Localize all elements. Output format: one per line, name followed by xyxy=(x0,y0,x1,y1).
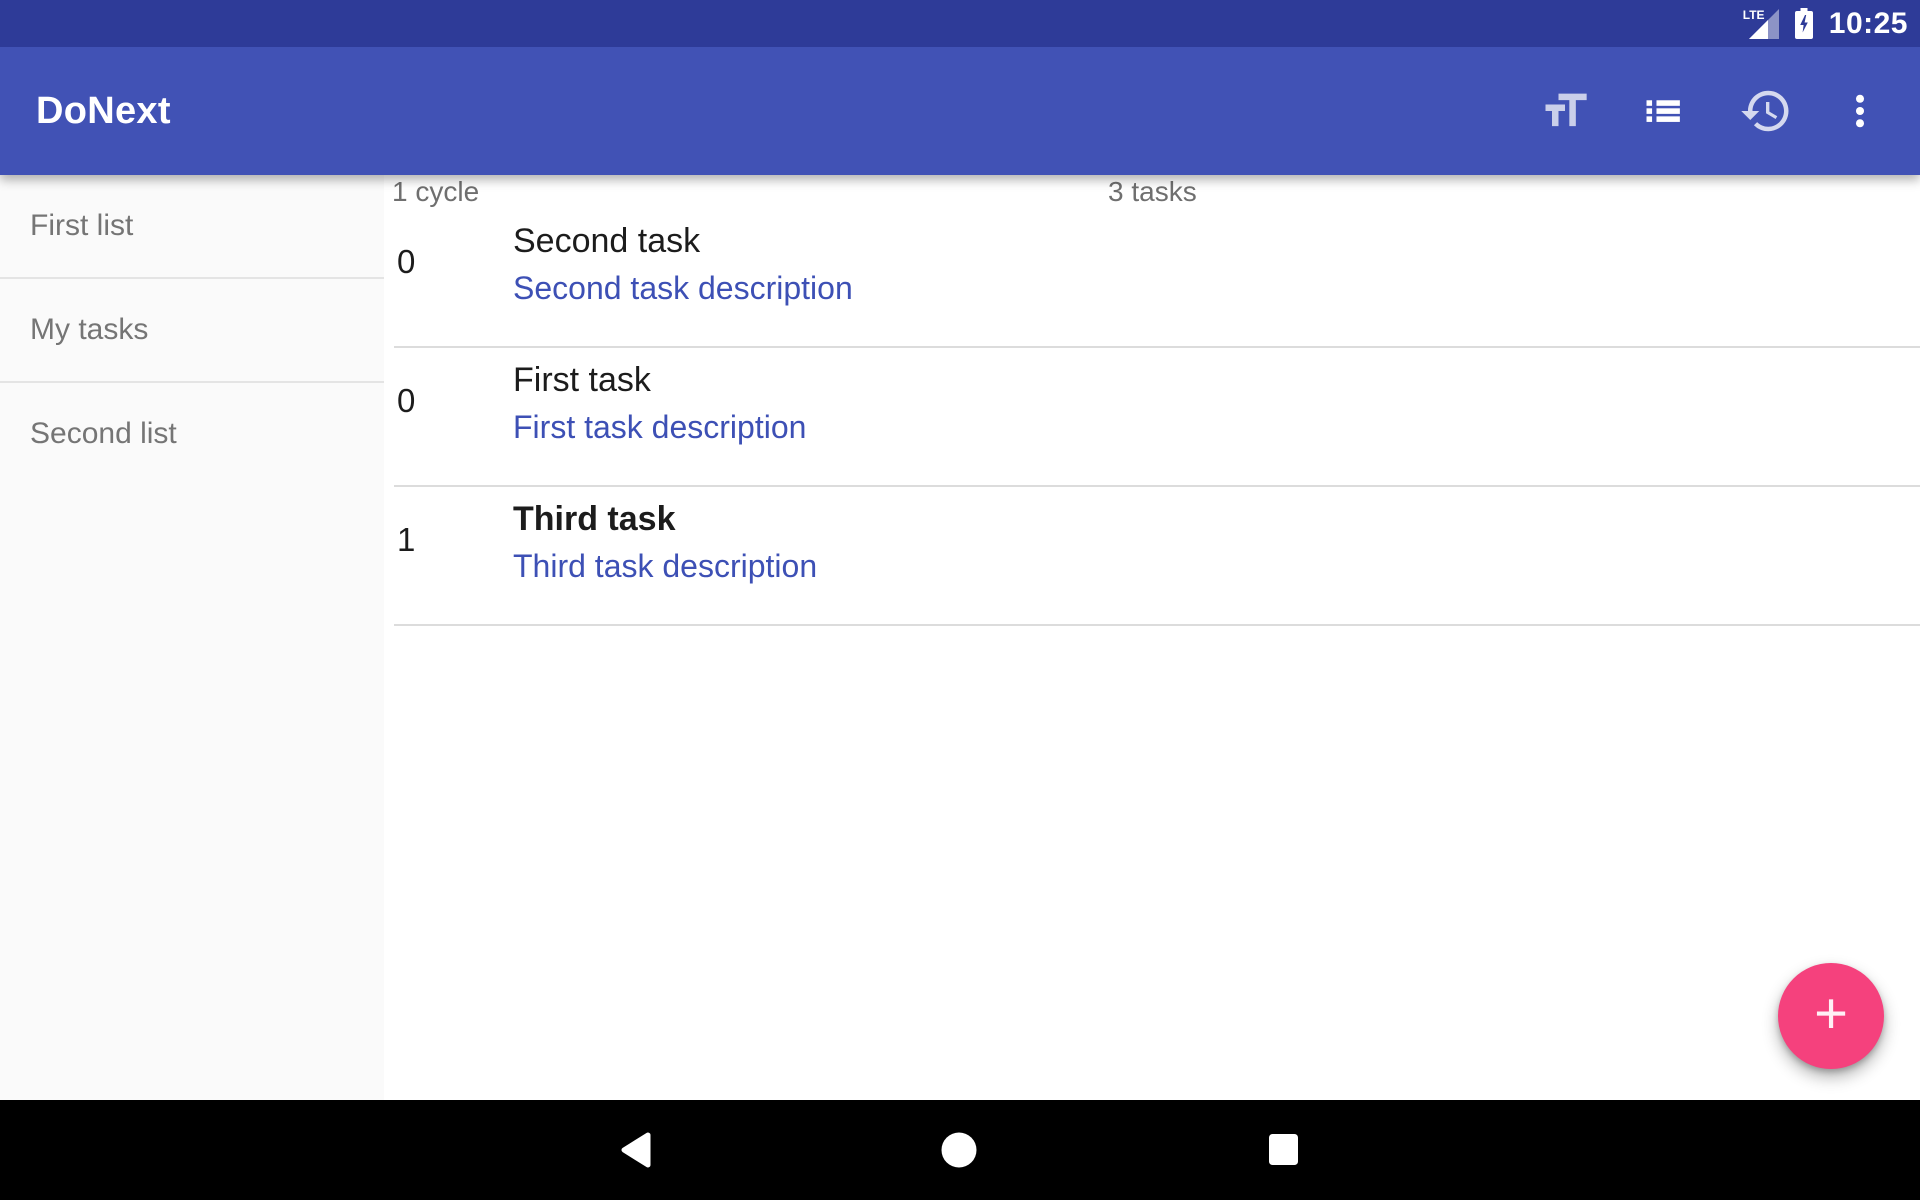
signal-strength-icon: LTE xyxy=(1745,7,1779,41)
sidebar-item-label: Second list xyxy=(30,417,177,451)
status-cluster: LTE 10:25 xyxy=(1745,7,1908,41)
page-title: DoNext xyxy=(36,90,171,133)
task-row[interactable]: 1 Third task Third task description xyxy=(384,487,1920,626)
list-sidebar: First list My tasks Second list xyxy=(0,175,384,1100)
task-title: Third task xyxy=(513,500,675,539)
task-list-panel: 1 cycle 3 tasks 0 Second task Second tas… xyxy=(384,175,1920,1100)
list-icon[interactable] xyxy=(1635,83,1691,139)
sidebar-item-label: My tasks xyxy=(30,313,148,347)
format-size-icon[interactable] xyxy=(1537,83,1593,139)
task-cycle-count: 0 xyxy=(397,382,415,420)
back-icon[interactable] xyxy=(592,1100,682,1200)
sidebar-item-label: First list xyxy=(30,209,133,243)
battery-charging-icon xyxy=(1795,8,1813,39)
app-bar: DoNext xyxy=(0,47,1920,175)
recents-icon[interactable] xyxy=(1239,1100,1329,1200)
task-description-link[interactable]: Third task description xyxy=(513,548,817,585)
task-description-link[interactable]: First task description xyxy=(513,409,806,446)
task-count-label: 3 tasks xyxy=(1108,176,1197,208)
android-nav-bar xyxy=(0,1100,1920,1200)
status-bar: LTE 10:25 xyxy=(0,0,1920,47)
home-icon[interactable] xyxy=(914,1100,1004,1200)
history-icon[interactable] xyxy=(1738,83,1794,139)
task-title: Second task xyxy=(513,222,700,261)
add-task-fab[interactable]: + xyxy=(1778,963,1884,1069)
task-list-header: 1 cycle 3 tasks xyxy=(384,175,1920,209)
task-row[interactable]: 0 Second task Second task description xyxy=(384,209,1920,348)
task-description-link[interactable]: Second task description xyxy=(513,270,853,307)
task-cycle-count: 0 xyxy=(397,243,415,281)
plus-icon: + xyxy=(1814,985,1848,1043)
sidebar-item-my-tasks[interactable]: My tasks xyxy=(0,279,384,381)
donext-app-screen: LTE 10:25 DoNext xyxy=(0,0,1920,1200)
task-title: First task xyxy=(513,361,651,400)
task-row[interactable]: 0 First task First task description xyxy=(384,348,1920,487)
sidebar-item-second-list[interactable]: Second list xyxy=(0,383,384,485)
cycle-count-label: 1 cycle xyxy=(392,176,479,208)
task-cycle-count: 1 xyxy=(397,521,415,559)
clock-time: 10:25 xyxy=(1829,7,1908,41)
overflow-menu-icon[interactable] xyxy=(1832,83,1888,139)
row-divider xyxy=(394,624,1920,626)
sidebar-item-first-list[interactable]: First list xyxy=(0,175,384,277)
